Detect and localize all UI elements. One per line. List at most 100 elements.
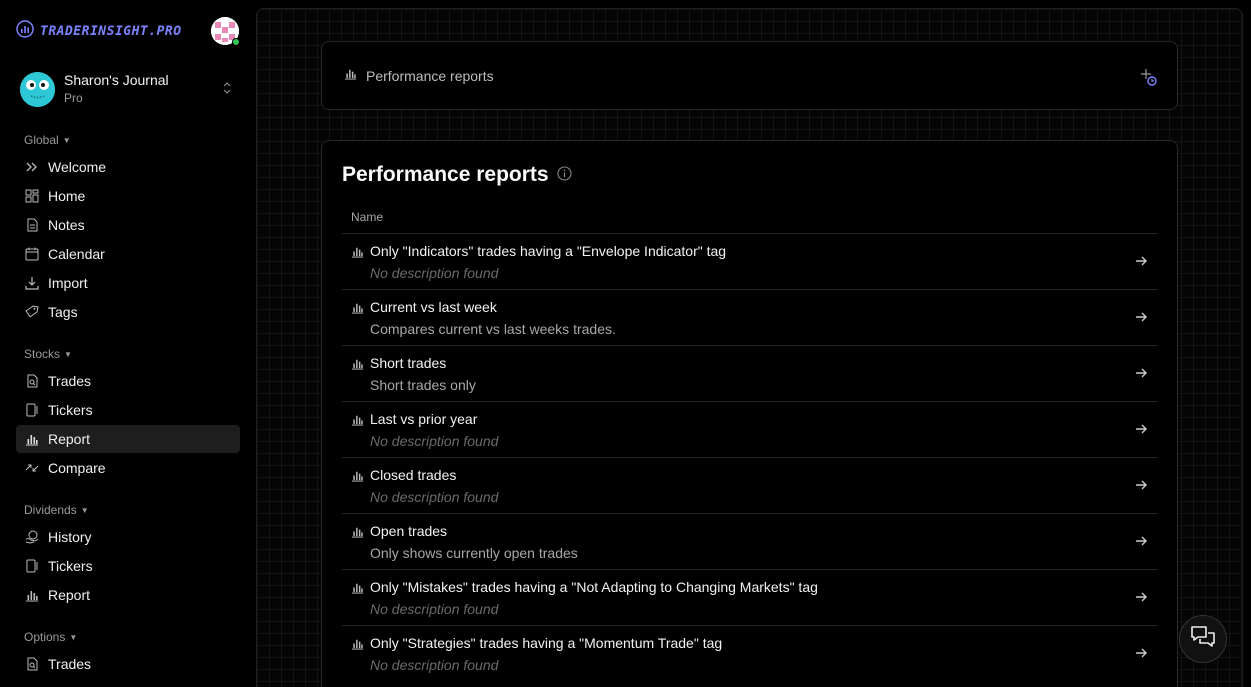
report-name: Only "Mistakes" trades having a "Not Ada… [370,579,818,595]
section-dividends-label: Dividends [24,503,77,517]
bar-chart-icon [351,413,364,431]
sidebar-item-stock-report[interactable]: Report [16,425,240,453]
section-options[interactable]: Options ▼ [24,630,77,644]
file-search-icon [24,373,40,389]
table-row[interactable]: Last vs prior year No description found [342,401,1158,457]
sidebar-item-stock-tickers[interactable]: Tickers [16,396,240,424]
sidebar-item-label: History [48,529,92,545]
sidebar-item-label: Trades [48,656,92,672]
arrow-right-icon[interactable] [1134,534,1148,553]
table-row[interactable]: Short trades Short trades only [342,345,1158,401]
section-dividends[interactable]: Dividends ▼ [24,503,89,517]
arrow-right-icon[interactable] [1134,366,1148,385]
sidebar-item-label: Welcome [48,159,107,175]
section-options-label: Options [24,630,66,644]
sidebar-item-import[interactable]: Import [16,269,240,297]
sidebar-item-label: Trades [48,373,92,389]
report-name: Open trades [370,523,448,539]
table-row[interactable]: Current vs last week Compares current vs … [342,289,1158,345]
bar-chart-icon [351,301,364,319]
sidebar-item-stock-trades[interactable]: Trades [16,367,240,395]
sidebar-item-option-trades[interactable]: Trades [16,650,240,678]
report-name: Closed trades [370,467,457,483]
chat-bubbles-icon [1190,625,1216,654]
add-report-icon[interactable] [1139,68,1159,88]
reports-table: Only "Indicators" trades having a "Envel… [342,233,1158,681]
sidebar-item-label: Calendar [48,246,105,262]
report-description: No description found [370,433,499,449]
sidebar: TRADERINSIGHT.PRO Sharon's Journal Pro G… [0,0,256,687]
report-description: Short trades only [370,377,476,393]
bar-chart-icon [24,431,40,447]
sidebar-item-calendar[interactable]: Calendar [16,240,240,268]
report-name: Last vs prior year [370,411,478,427]
bar-chart-icon [16,20,34,43]
calendar-icon [24,246,40,262]
sidebar-item-label: Report [48,431,91,447]
sidebar-item-notes[interactable]: Notes [16,211,240,239]
compare-arrows-icon [24,460,40,476]
ticker-icon [24,558,40,574]
bar-chart-icon [351,581,364,599]
report-description: No description found [370,601,499,617]
sidebar-item-welcome[interactable]: Welcome [16,153,240,181]
section-stocks-label: Stocks [24,347,61,361]
column-header-name[interactable]: Name [351,210,383,224]
arrow-right-icon[interactable] [1134,478,1148,497]
chat-support-button[interactable] [1179,615,1227,663]
reports-card: Performance reports Name Only "Indicator… [321,140,1178,687]
report-name: Short trades [370,355,447,371]
sidebar-item-label: Report [48,587,91,603]
sidebar-item-label: Tags [48,304,78,320]
coins-icon [24,529,40,545]
ticker-icon [24,402,40,418]
document-icon [24,217,40,233]
sidebar-item-label: Tickers [48,402,93,418]
sidebar-item-home[interactable]: Home [16,182,240,210]
bar-chart-icon [351,245,364,263]
table-row[interactable]: Closed trades No description found [342,457,1158,513]
brand-logo[interactable]: TRADERINSIGHT.PRO [16,20,182,43]
arrow-right-icon[interactable] [1134,310,1148,329]
chevron-up-down-icon[interactable] [222,81,232,97]
arrow-right-icon[interactable] [1134,254,1148,273]
download-icon [24,275,40,291]
bar-chart-icon [351,357,364,375]
sidebar-item-label: Home [48,188,86,204]
sidebar-item-dividend-report[interactable]: Report [16,581,240,609]
caret-down-icon: ▼ [64,349,72,359]
sidebar-item-tags[interactable]: Tags [16,298,240,326]
caret-down-icon: ▼ [62,135,71,145]
report-name: Only "Strategies" trades having a "Momen… [370,635,723,651]
sidebar-item-stock-compare[interactable]: Compare [16,454,240,482]
file-search-icon [24,656,40,672]
report-name: Only "Indicators" trades having a "Envel… [370,243,727,259]
table-row[interactable]: Only "Mistakes" trades having a "Not Ada… [342,569,1158,625]
sidebar-item-dividend-history[interactable]: History [16,523,240,551]
report-description: Only shows currently open trades [370,545,578,561]
table-row[interactable]: Only "Strategies" trades having a "Momen… [342,625,1158,681]
bar-chart-icon [344,67,357,85]
info-icon[interactable] [557,163,572,187]
report-name: Current vs last week [370,299,497,315]
journal-switcher[interactable]: Sharon's Journal Pro [20,69,240,109]
section-stocks[interactable]: Stocks ▼ [24,347,72,361]
journal-avatar [20,71,55,107]
bar-chart-icon [24,587,40,603]
page-title: Performance reports [366,67,494,84]
page-header-card: Performance reports [321,41,1178,110]
table-row[interactable]: Open trades Only shows currently open tra… [342,513,1158,569]
online-status-dot [232,38,240,46]
sidebar-item-dividend-tickers[interactable]: Tickers [16,552,240,580]
table-row[interactable]: Only "Indicators" trades having a "Envel… [342,233,1158,289]
chevrons-right-icon [24,159,40,175]
arrow-right-icon[interactable] [1134,646,1148,665]
caret-down-icon: ▼ [69,632,78,642]
caret-down-icon: ▼ [80,505,89,515]
section-global[interactable]: Global ▼ [24,133,71,147]
arrow-right-icon[interactable] [1134,590,1148,609]
bar-chart-icon [351,469,364,487]
sidebar-item-label: Notes [48,217,85,233]
arrow-right-icon[interactable] [1134,422,1148,441]
report-description: No description found [370,657,499,673]
